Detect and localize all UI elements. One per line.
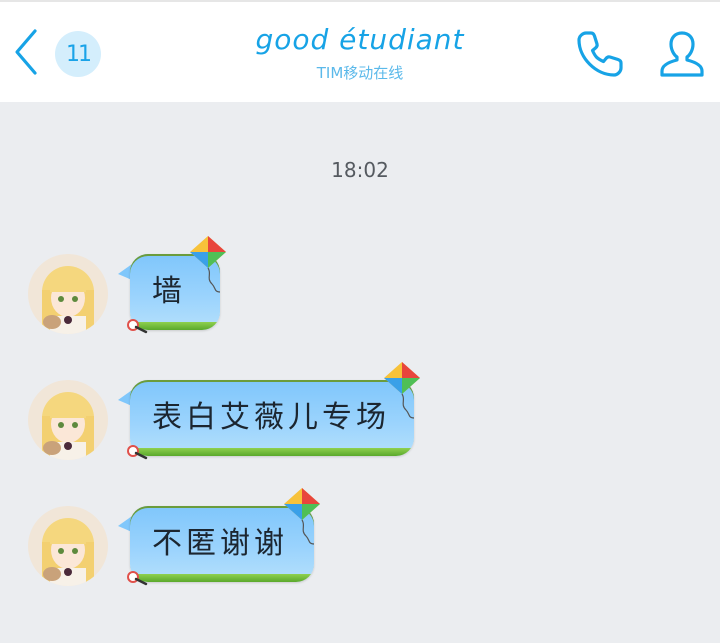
pin-icon xyxy=(127,571,148,586)
message-bubble[interactable]: 墙 xyxy=(118,236,226,334)
chat-header: 11 good étudiant TIM移动在线 xyxy=(0,0,720,102)
kite-icon xyxy=(384,362,420,419)
unread-count-badge[interactable]: 11 xyxy=(55,31,101,77)
message-bubble[interactable]: 表白艾薇儿专场 xyxy=(118,362,420,460)
avatar[interactable] xyxy=(28,506,108,586)
message-row: 不匿谢谢 xyxy=(0,488,720,596)
message-row: 表白艾薇儿专场 xyxy=(0,362,720,470)
avatar[interactable] xyxy=(28,254,108,334)
avatar[interactable] xyxy=(28,380,108,460)
person-icon xyxy=(660,31,704,77)
message-row: 墙 xyxy=(0,236,720,344)
kite-icon xyxy=(284,488,320,545)
call-button[interactable] xyxy=(572,26,628,82)
avatar-image xyxy=(28,380,108,460)
avatar-image xyxy=(28,506,108,586)
avatar-image xyxy=(28,254,108,334)
online-status: TIM移动在线 xyxy=(316,64,404,82)
chevron-left-icon xyxy=(15,29,37,75)
profile-button[interactable] xyxy=(654,26,710,82)
title-block: good étudiant TIM移动在线 xyxy=(180,20,540,84)
back-button[interactable] xyxy=(8,26,44,78)
phone-icon xyxy=(577,31,623,77)
message-text: 墙 xyxy=(152,274,186,309)
message-timestamp: 18:02 xyxy=(331,158,389,182)
pin-icon xyxy=(127,319,148,334)
chat-screen: 11 good étudiant TIM移动在线 18:02 墙 表白艾薇儿专场… xyxy=(0,0,720,643)
kite-icon xyxy=(190,236,226,293)
message-text: 表白艾薇儿专场 xyxy=(152,400,390,435)
pin-icon xyxy=(127,445,148,460)
message-text: 不匿谢谢 xyxy=(152,526,288,561)
contact-name: good étudiant xyxy=(255,23,465,56)
message-bubble[interactable]: 不匿谢谢 xyxy=(118,488,320,586)
